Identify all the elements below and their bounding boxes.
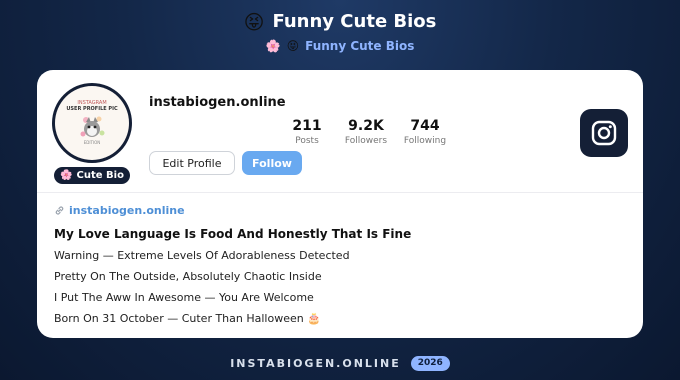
bio-section: instabiogen.online My Love Language Is F… — [37, 193, 643, 326]
stat-value: 744 — [410, 118, 440, 134]
page-footer: INSTABIOGEN.ONLINE 2026 — [0, 356, 680, 371]
title-emoji: 😝 — [243, 10, 265, 34]
bio-line: Warning — Extreme Levels Of Adorableness… — [54, 249, 350, 262]
profile-header: INSTAGRAM USER PROFILE PIC EDITION 🌸 Cut… — [37, 70, 643, 193]
page-header: 😝 Funny Cute Bios 🌸 😝 Funny Cute Bios — [0, 10, 680, 54]
page-subtitle: Funny Cute Bios — [305, 39, 415, 53]
kitten-image — [80, 116, 105, 137]
instagram-button[interactable] — [580, 109, 628, 157]
stat-label: Followers — [344, 136, 388, 146]
flower-icon: 🌸 — [265, 39, 281, 53]
follow-button[interactable]: Follow — [242, 151, 302, 175]
cute-bio-badge: 🌸 Cute Bio — [54, 167, 130, 184]
page-title: Funny Cute Bios — [272, 11, 437, 32]
edit-profile-button[interactable]: Edit Profile — [149, 151, 235, 175]
flower-icon: 🌸 — [60, 170, 73, 181]
stat-following[interactable]: 744 Following — [395, 117, 455, 147]
bio-line-text: Born On 31 October — Cuter Than Hallowee… — [54, 312, 304, 325]
badge-label: Cute Bio — [76, 170, 124, 181]
bio-line: Pretty On The Outside, Absolutely Chaoti… — [54, 270, 322, 283]
instagram-icon — [591, 120, 617, 146]
profile-stats: 211 Posts 9.2K Followers 744 Following — [277, 117, 455, 147]
footer-site: INSTABIOGEN.ONLINE — [230, 357, 401, 370]
avatar-caption-bottom: EDITION — [83, 140, 101, 145]
stat-value: 211 — [292, 118, 322, 134]
avatar-caption-main: USER PROFILE PIC — [66, 106, 118, 112]
username: instabiogen.online — [149, 95, 286, 110]
profile-card: INSTAGRAM USER PROFILE PIC EDITION 🌸 Cut… — [37, 70, 643, 338]
stat-label: Following — [403, 136, 447, 146]
stat-value: 9.2K — [348, 118, 384, 134]
bio-link[interactable]: instabiogen.online — [54, 203, 626, 217]
stat-posts[interactable]: 211 Posts — [277, 117, 337, 147]
link-icon — [55, 205, 64, 215]
bio-headline: My Love Language Is Food And Honestly Th… — [54, 227, 412, 241]
year-badge: 2026 — [410, 356, 450, 371]
stat-label: Posts — [295, 136, 319, 146]
cake-icon: 🎂 — [307, 312, 321, 325]
bio-line-last: Born On 31 October — Cuter Than Hallowee… — [54, 312, 626, 326]
bio-line: I Put The Aww In Awesome — You Are Welco… — [54, 291, 314, 304]
tongue-face-icon: 😝 — [286, 39, 300, 53]
avatar[interactable]: INSTAGRAM USER PROFILE PIC EDITION — [52, 83, 132, 163]
bio-link-text[interactable]: instabiogen.online — [69, 204, 185, 217]
stat-followers[interactable]: 9.2K Followers — [337, 117, 395, 147]
